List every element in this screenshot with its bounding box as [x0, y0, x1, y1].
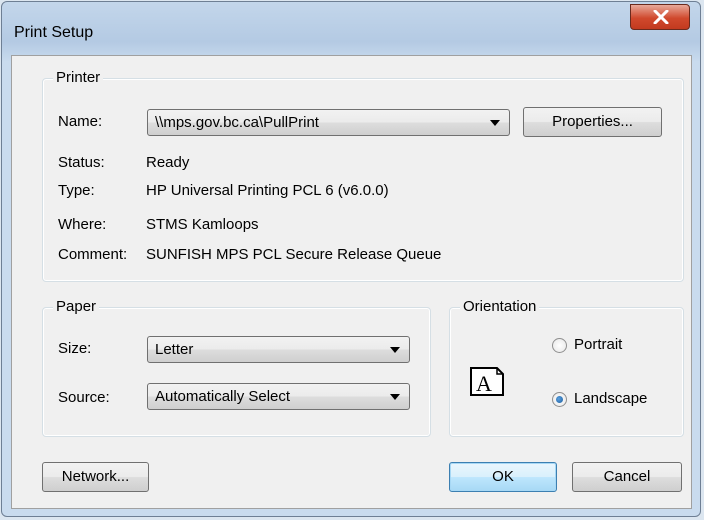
ok-button[interactable]: OK — [449, 462, 557, 492]
network-button[interactable]: Network... — [42, 462, 149, 492]
paper-size-dropdown[interactable]: Letter — [147, 336, 410, 363]
paper-group: Paper — [42, 298, 431, 437]
paper-source-label: Source: — [58, 389, 110, 406]
chevron-down-icon — [390, 394, 400, 400]
type-label: Type: — [58, 182, 95, 199]
printer-name-label: Name: — [58, 113, 103, 130]
landscape-page-icon: A — [470, 367, 504, 396]
title-bar[interactable]: Print Setup — [2, 2, 700, 54]
printer-name-dropdown[interactable]: \\mps.gov.bc.ca\PullPrint — [147, 109, 510, 136]
orientation-icon-letter: A — [476, 371, 492, 396]
close-button[interactable] — [630, 4, 690, 30]
portrait-label[interactable]: Portrait — [574, 336, 622, 354]
type-value: HP Universal Printing PCL 6 (v6.0.0) — [146, 182, 389, 199]
where-value: STMS Kamloops — [146, 216, 259, 233]
status-label: Status: — [58, 154, 105, 171]
chevron-down-icon — [490, 120, 500, 126]
printer-group-label: Printer — [53, 69, 104, 87]
cancel-button[interactable]: Cancel — [572, 462, 682, 492]
paper-size-value: Letter — [155, 341, 194, 358]
orientation-group-label: Orientation — [460, 298, 540, 316]
properties-button[interactable]: Properties... — [523, 107, 662, 137]
paper-source-value: Automatically Select — [155, 388, 291, 405]
orientation-page-icon: A — [470, 364, 504, 398]
portrait-radio[interactable] — [552, 338, 567, 353]
comment-label: Comment: — [58, 246, 128, 263]
print-setup-dialog: Print Setup Printer Name: \\mps.gov.bc.c… — [1, 1, 701, 517]
where-label: Where: — [58, 216, 107, 233]
paper-group-label: Paper — [53, 298, 100, 316]
printer-name-value: \\mps.gov.bc.ca\PullPrint — [155, 114, 319, 131]
comment-value: SUNFISH MPS PCL Secure Release Queue — [146, 246, 442, 263]
dialog-body: Printer Name: \\mps.gov.bc.ca\PullPrint … — [11, 55, 692, 509]
close-icon — [653, 10, 669, 24]
status-value: Ready — [146, 154, 190, 171]
paper-size-label: Size: — [58, 340, 92, 357]
chevron-down-icon — [390, 347, 400, 353]
landscape-label[interactable]: Landscape — [574, 390, 647, 408]
paper-source-dropdown[interactable]: Automatically Select — [147, 383, 410, 410]
landscape-radio[interactable] — [552, 392, 567, 407]
window-title: Print Setup — [14, 24, 94, 41]
